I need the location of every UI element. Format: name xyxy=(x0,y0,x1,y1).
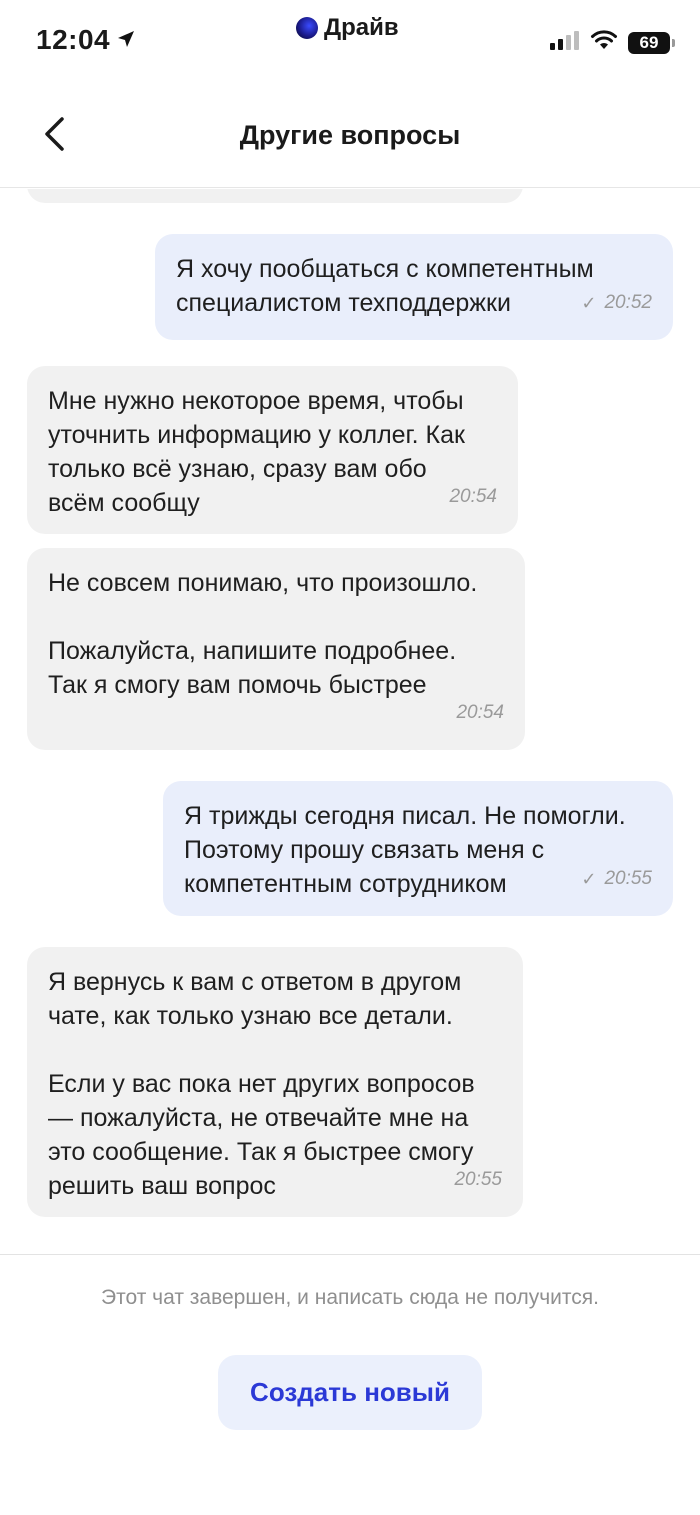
create-new-chat-button[interactable]: Создать новый xyxy=(218,1355,482,1430)
sent-check-icon: ✓ xyxy=(581,869,597,889)
battery-indicator: 69 xyxy=(628,31,675,54)
message-outgoing[interactable]: Я хочу пообщаться с компетентным специал… xyxy=(155,234,673,340)
message-text: Я хочу пообщаться с компетентным специал… xyxy=(176,255,594,317)
message-time: 20:52 xyxy=(604,292,652,313)
message-text: Мне нужно некоторое время, чтобы уточнит… xyxy=(48,387,465,517)
message-meta: 20:55 xyxy=(454,1163,502,1197)
message-text: Не совсем понимаю, что произошло. Пожалу… xyxy=(48,569,478,699)
message-meta: 20:54 xyxy=(456,696,504,730)
message-time: 20:55 xyxy=(454,1169,502,1190)
message-meta: ✓ 20:52 xyxy=(581,286,652,320)
location-arrow-icon xyxy=(116,24,136,56)
status-time: 12:04 xyxy=(36,24,111,55)
message-outgoing[interactable]: Я трижды сегодня писал. Не помогли. Поэт… xyxy=(163,781,673,916)
message-list[interactable]: Я хочу пообщаться с компетентным специал… xyxy=(0,189,700,1254)
message-meta: 20:54 xyxy=(449,480,497,514)
active-app-name: Драйв xyxy=(324,14,399,41)
message-incoming[interactable]: Я вернусь к вам с ответом в другом чате,… xyxy=(27,947,523,1217)
message-time: 20:54 xyxy=(449,486,497,507)
status-time-group: 12:04 xyxy=(36,24,136,56)
active-app-indicator[interactable]: Драйв xyxy=(296,14,399,42)
message-incoming[interactable]: Мне нужно некоторое время, чтобы уточнит… xyxy=(27,366,518,534)
message-bubble-partial xyxy=(27,189,523,203)
page-title: Другие вопросы xyxy=(239,120,461,150)
chat-ended-note: Этот чат завершен, и написать сюда не по… xyxy=(101,1286,599,1309)
message-meta: ✓ 20:55 xyxy=(581,862,652,896)
chat-header: Другие вопросы xyxy=(0,88,700,188)
message-incoming[interactable]: Не совсем понимаю, что произошло. Пожалу… xyxy=(27,548,525,750)
status-indicators: 69 xyxy=(550,30,675,55)
footer-divider xyxy=(0,1254,700,1255)
message-time: 20:55 xyxy=(604,868,652,889)
wifi-icon xyxy=(590,30,618,55)
message-text: Я вернусь к вам с ответом в другом чате,… xyxy=(48,968,475,1200)
sent-check-icon: ✓ xyxy=(581,293,597,313)
app-logo-icon xyxy=(296,17,318,39)
cellular-signal-icon xyxy=(550,30,580,55)
status-bar: 12:04 Драйв 69 xyxy=(0,0,700,80)
message-time: 20:54 xyxy=(456,702,504,723)
